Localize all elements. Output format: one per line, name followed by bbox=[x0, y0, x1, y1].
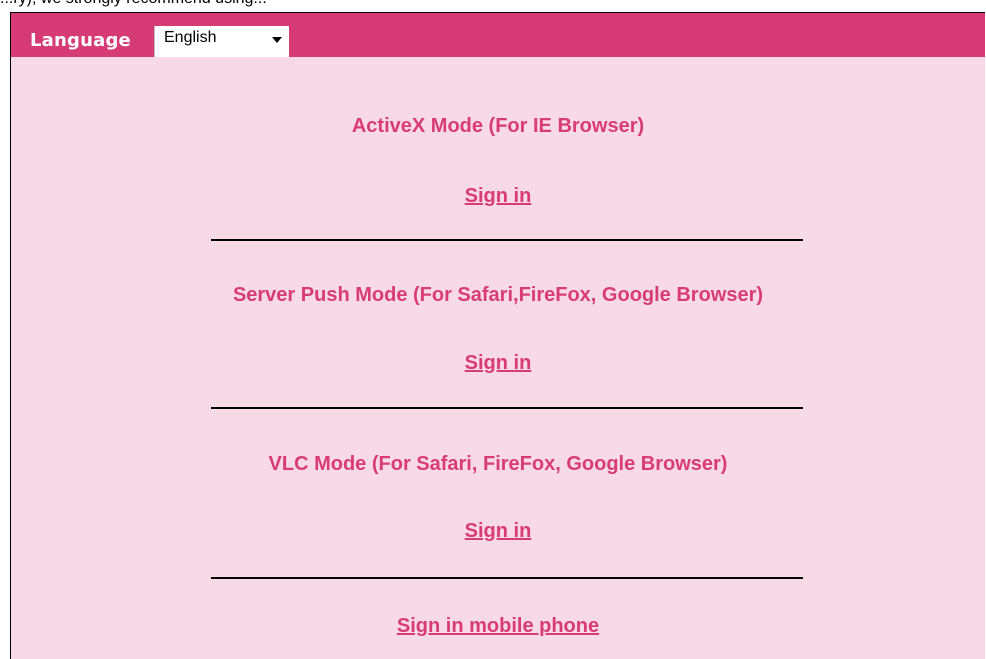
language-select[interactable]: English bbox=[154, 26, 289, 57]
vlc-signin-link[interactable]: Sign in bbox=[11, 520, 985, 543]
language-label: Language bbox=[30, 30, 131, 51]
server-push-mode-title: Server Push Mode (For Safari,FireFox, Go… bbox=[232, 284, 764, 306]
language-bar: Language English bbox=[11, 13, 985, 57]
page: ...ry), we strongly recommend using... L… bbox=[0, 0, 986, 659]
login-panel: Language English ActiveX Mode (For IE Br… bbox=[10, 12, 985, 659]
vlc-mode-title: VLC Mode (For Safari, FireFox, Google Br… bbox=[268, 453, 728, 475]
divider bbox=[211, 407, 803, 409]
server-push-signin-link[interactable]: Sign in bbox=[11, 352, 985, 375]
activex-mode-title: ActiveX Mode (For IE Browser) bbox=[351, 115, 645, 137]
mobile-signin-label[interactable]: Sign in mobile phone bbox=[397, 615, 599, 637]
chevron-down-icon bbox=[272, 37, 282, 43]
divider bbox=[211, 239, 803, 241]
language-select-value: English bbox=[164, 29, 217, 46]
divider bbox=[211, 577, 803, 579]
activex-signin-label[interactable]: Sign in bbox=[465, 185, 532, 207]
mobile-signin-link[interactable]: Sign in mobile phone bbox=[11, 615, 985, 638]
server-push-signin-label[interactable]: Sign in bbox=[465, 352, 532, 374]
top-strip-text: ...ry), we strongly recommend using... bbox=[0, 0, 267, 8]
vlc-signin-label[interactable]: Sign in bbox=[465, 520, 532, 542]
activex-signin-link[interactable]: Sign in bbox=[11, 185, 985, 208]
